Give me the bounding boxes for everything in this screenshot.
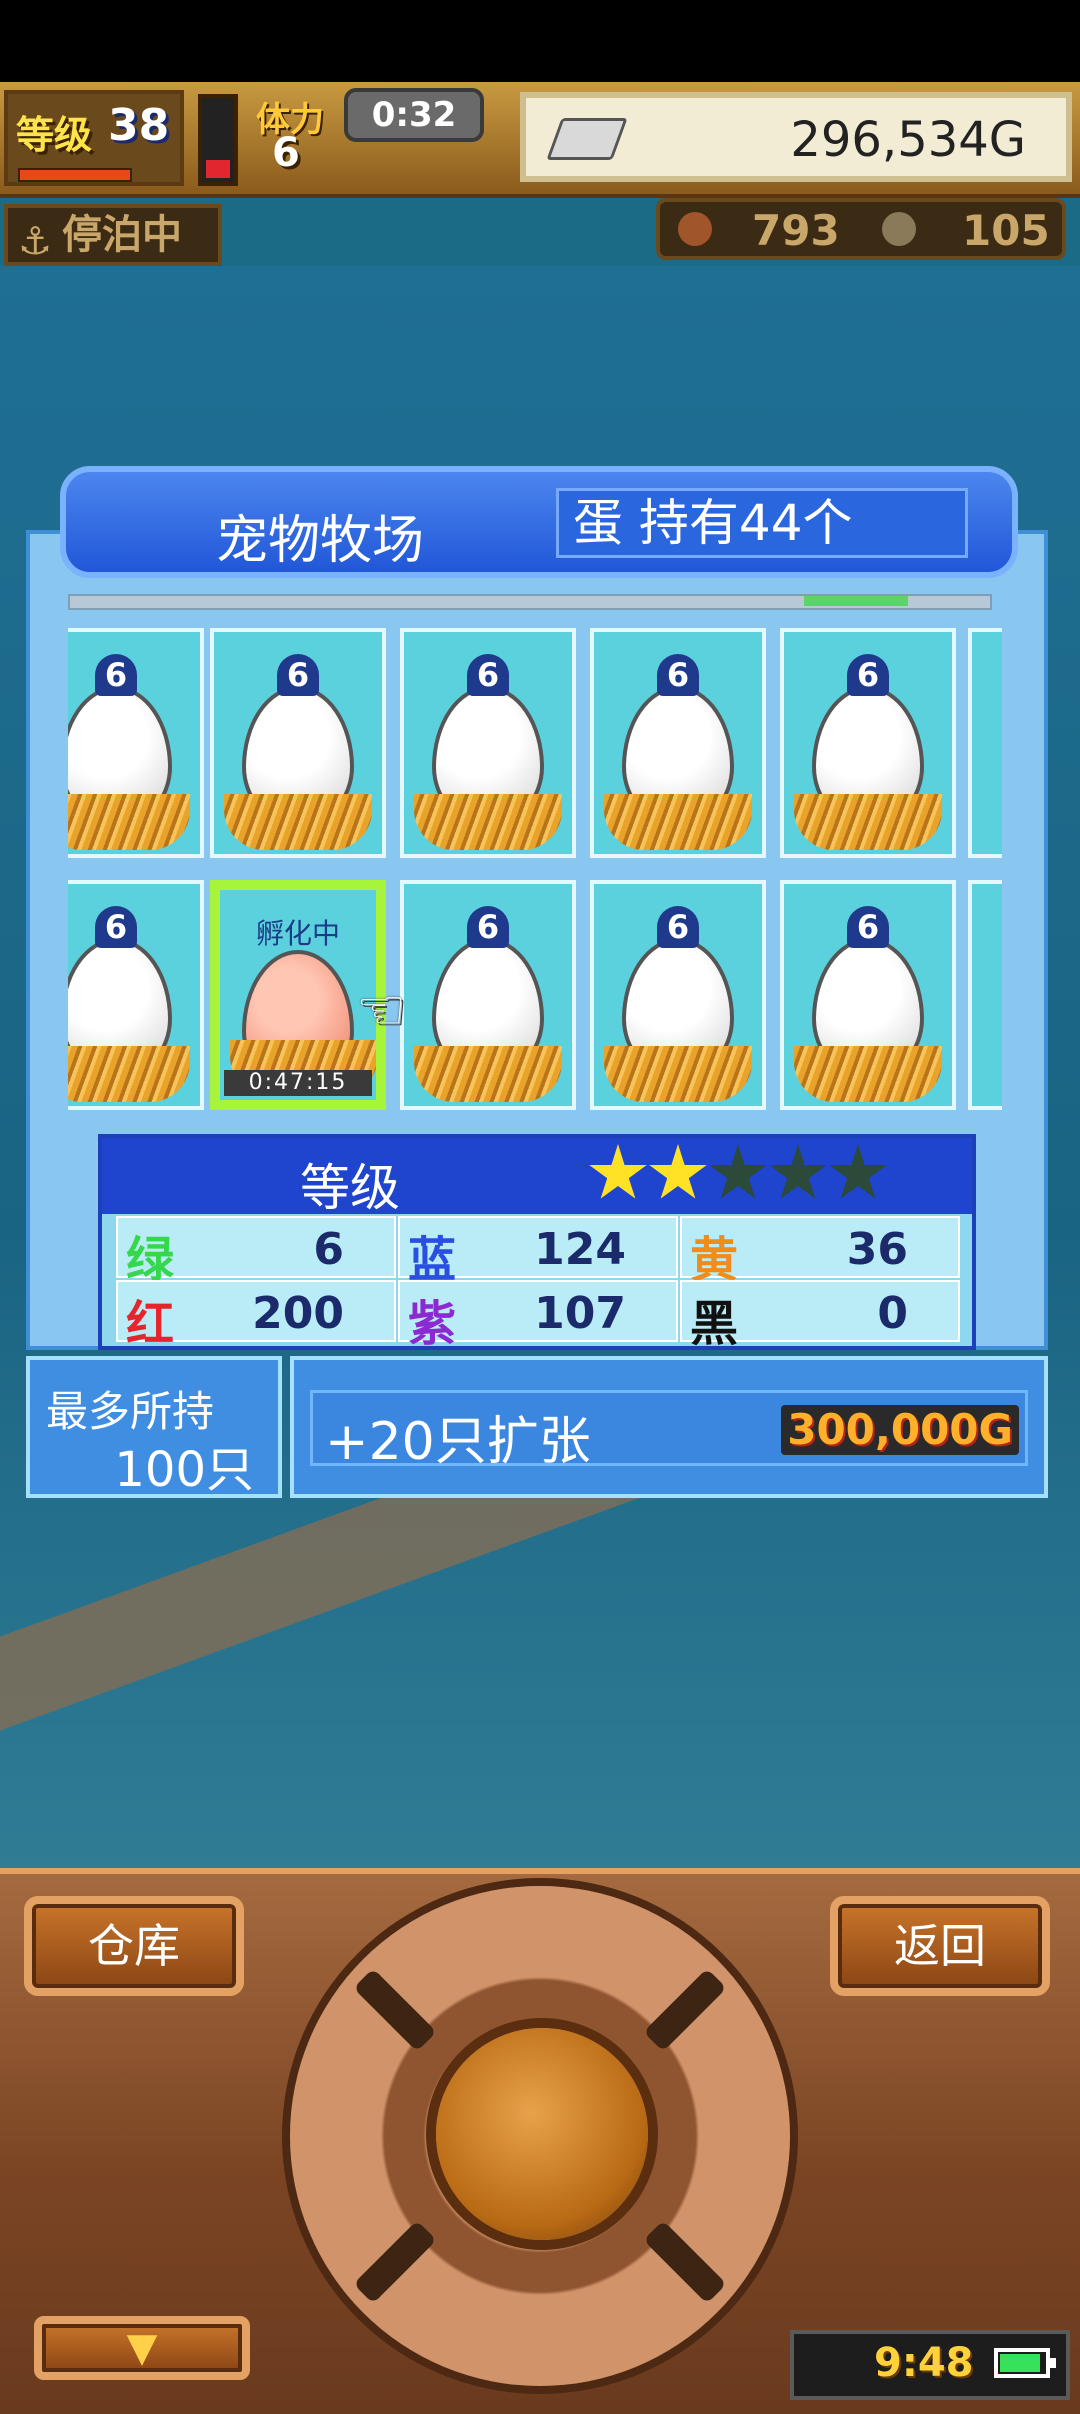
stat-value: 0 [877, 1288, 908, 1339]
egg-stats-panel: 等级 绿 6 蓝 124 黄 36 红 200 紫 107 黑 0 [98, 1134, 976, 1350]
dpad-slot [353, 2220, 437, 2304]
max-capacity: 最多所持 100只 [26, 1356, 282, 1498]
back-button[interactable]: 返回 [830, 1896, 1050, 1996]
meat-icon [678, 212, 712, 246]
anchor-icon: ⚓ [18, 219, 53, 263]
panel-title: 宠物牧场 [216, 511, 425, 571]
panel-header: 宠物牧场 蛋 持有44个 [60, 466, 1018, 578]
nest-icon [224, 794, 372, 850]
star-icon [829, 1144, 887, 1199]
status-bar [0, 0, 1080, 82]
stat-black: 黑 0 [680, 1280, 960, 1346]
hatching-label: 孵化中 [255, 917, 340, 950]
stat-yellow: 黄 36 [680, 1216, 960, 1288]
resources-display: 793 105 [656, 198, 1066, 260]
egg-level-badge: 6 [467, 654, 509, 696]
clock-text: 9:48 [874, 2340, 974, 2386]
stat-value: 107 [534, 1288, 626, 1339]
egg-level-badge: 6 [95, 906, 137, 948]
system-clock: 9:48 [790, 2330, 1070, 2400]
stat-value: 36 [846, 1224, 908, 1275]
egg-slot[interactable]: 6 [68, 880, 204, 1110]
expand-capacity-button[interactable]: +20只扩张 300,000G [310, 1390, 1028, 1472]
stamina-bar [198, 94, 238, 186]
stamina-value: 6 [272, 130, 300, 176]
egg-slot[interactable]: 6 [68, 628, 204, 858]
egg-level-badge: 6 [657, 906, 699, 948]
egg-count-tab[interactable]: 蛋 持有44个 [556, 488, 968, 558]
money-value: 296,534G [790, 112, 1026, 168]
egg-slot[interactable]: 6 [780, 628, 956, 858]
nest-icon [68, 1046, 190, 1102]
star-icon [589, 1144, 647, 1199]
stat-red: 红 200 [116, 1280, 396, 1346]
grid-scrollbar-thumb[interactable] [804, 596, 908, 606]
egg-level-badge: 6 [847, 906, 889, 948]
chevron-down-icon: ▼ [126, 2325, 158, 2371]
nest-icon [794, 794, 942, 850]
expand-price: 300,000G [781, 1405, 1019, 1455]
level-indicator: 等级 38 [4, 90, 184, 186]
silver-bar-icon [546, 118, 628, 160]
egg-level-badge: 6 [657, 654, 699, 696]
warehouse-button[interactable]: 仓库 [24, 1896, 244, 1996]
dpad-slot [643, 1968, 727, 2052]
resource-food-value: 793 [752, 206, 840, 255]
expand-capacity-panel: +20只扩张 300,000G [290, 1356, 1048, 1498]
star-icon [649, 1144, 707, 1199]
star-icon [709, 1144, 767, 1199]
grade-label: 等级 [300, 1159, 400, 1217]
stat-blue: 蓝 124 [398, 1216, 678, 1288]
egg-level-badge: 6 [277, 654, 319, 696]
pointing-hand-icon: ☜ [356, 978, 407, 1043]
pier-walkway [0, 1480, 1080, 1870]
money-display: 296,534G [520, 92, 1072, 182]
egg-level-badge: 6 [467, 906, 509, 948]
egg-slot[interactable]: 6 [400, 880, 576, 1110]
menu-down-button[interactable]: ▼ [34, 2316, 250, 2380]
egg-slot-partial[interactable] [968, 880, 1002, 1110]
stat-value: 6 [313, 1224, 344, 1275]
nest-icon [414, 794, 562, 850]
dpad-slot [353, 1968, 437, 2052]
egg-grid: 6 6 6 6 6 6 孵化中 0:47:15 6 6 6 [68, 628, 1002, 1116]
coin-icon [882, 212, 916, 246]
egg-level-badge: 6 [847, 654, 889, 696]
level-value: 38 [108, 100, 170, 151]
egg-slot[interactable]: 6 [590, 880, 766, 1110]
egg-slot[interactable]: 6 [210, 628, 386, 858]
expand-label: +20只扩张 [325, 1412, 591, 1472]
egg-level-badge: 6 [95, 654, 137, 696]
max-capacity-value: 100只 [114, 1442, 254, 1498]
egg-slot-partial[interactable] [968, 628, 1002, 858]
egg-slot[interactable]: 6 [590, 628, 766, 858]
nest-icon [604, 794, 752, 850]
dpad-slot [643, 2220, 727, 2304]
star-icon [769, 1144, 827, 1199]
nest-icon [794, 1046, 942, 1102]
nest-icon [604, 1046, 752, 1102]
battery-icon [994, 2348, 1056, 2378]
stat-value: 200 [252, 1288, 344, 1339]
stat-value: 124 [534, 1224, 626, 1275]
docked-status: ⚓ 停泊中 [4, 204, 222, 266]
stat-green: 绿 6 [116, 1216, 396, 1288]
stat-name: 黑 [690, 1296, 739, 1350]
action-button[interactable] [436, 2028, 648, 2240]
level-label: 等级 [16, 113, 93, 157]
stat-purple: 紫 107 [398, 1280, 678, 1346]
nest-icon [68, 794, 190, 850]
hatch-timer: 0:47:15 [224, 1070, 372, 1096]
egg-slot[interactable]: 6 [400, 628, 576, 858]
stamina-timer: 0:32 [344, 88, 484, 142]
experience-bar [18, 168, 132, 182]
resource-coin-value: 105 [962, 206, 1050, 255]
docked-label: 停泊中 [62, 212, 182, 258]
stat-name: 紫 [408, 1296, 457, 1350]
nest-icon [414, 1046, 562, 1102]
grade-header: 等级 [102, 1138, 972, 1217]
egg-slot[interactable]: 6 [780, 880, 956, 1110]
stat-name: 红 [126, 1296, 175, 1350]
